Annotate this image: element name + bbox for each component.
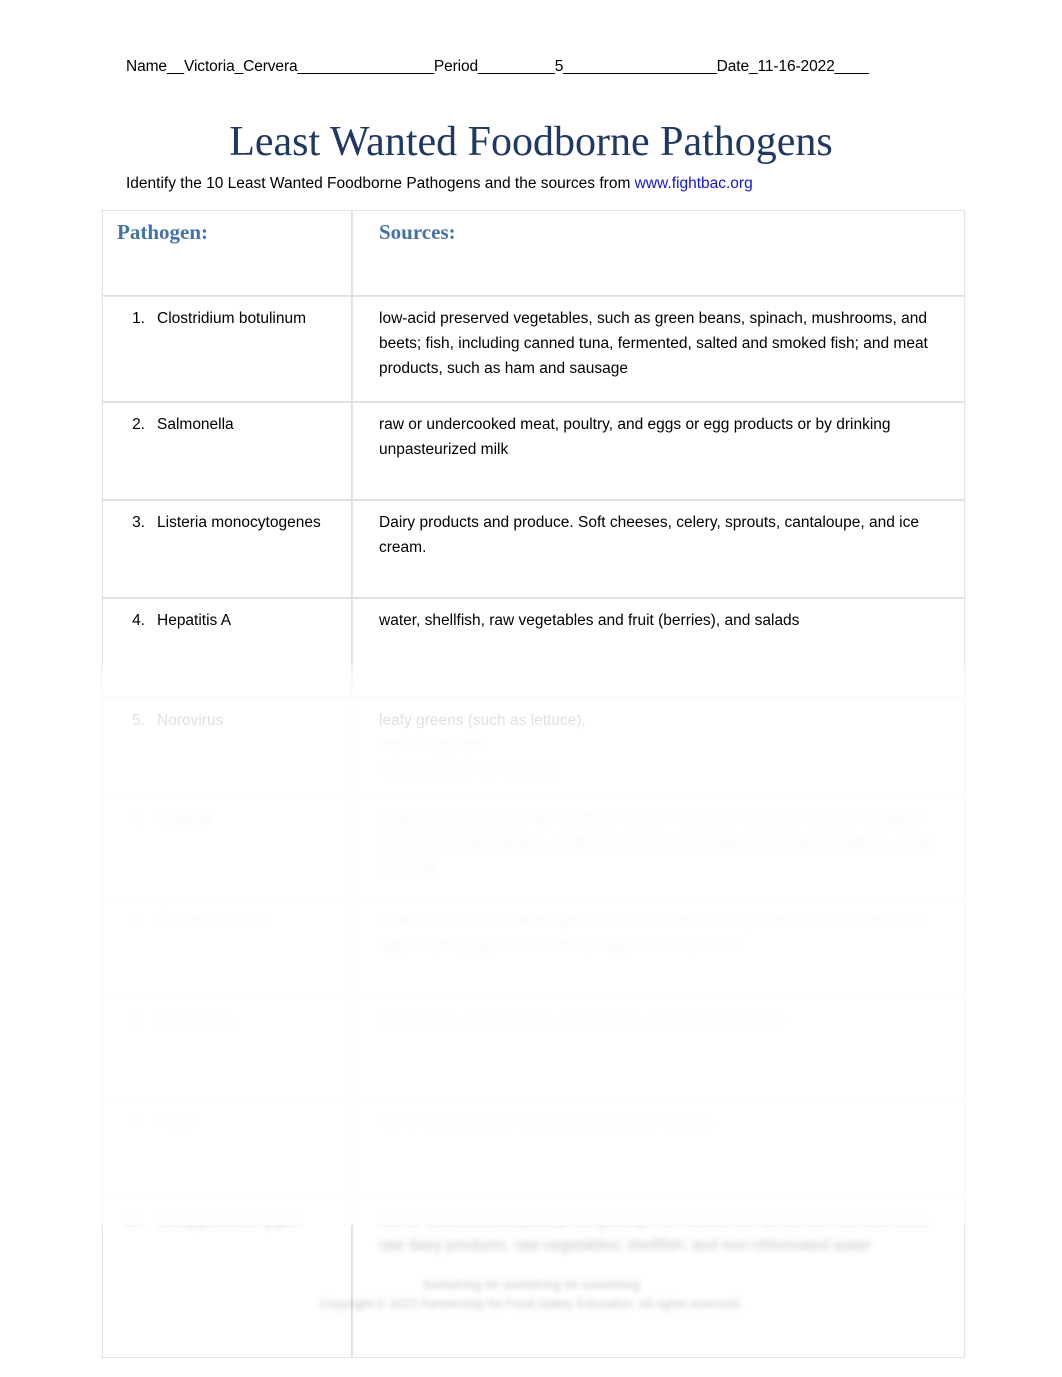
table-row: 7. Escherichia coli It takes a kind food… xyxy=(102,898,965,998)
pathogen-entry-7: 7. Escherichia coli xyxy=(117,908,341,933)
pathogen-name-4: Hepatitis A xyxy=(157,612,232,629)
row-number-8: 8. xyxy=(132,1012,145,1029)
sources-text-9: raw or undercooked seafood, particularly… xyxy=(379,1114,714,1131)
pathogen-entry-10: 10. Campylobacter jejuni xyxy=(117,1208,341,1233)
cell-sources-3: Dairy products and produce. Soft cheeses… xyxy=(352,500,965,598)
pathogen-name-5: Norovirus xyxy=(157,712,224,729)
cell-pathogen-4: 4. Hepatitis A xyxy=(102,598,352,698)
cell-pathogen-8: 8. Cyclospora xyxy=(102,998,352,1100)
cell-pathogen-9: 9. Vibrio xyxy=(102,1100,352,1198)
cell-sources-9: raw or undercooked seafood, particularly… xyxy=(352,1100,965,1198)
pathogen-entry-8: 8. Cyclospora xyxy=(117,1008,341,1033)
table-header-row: Pathogen: Sources: xyxy=(102,210,965,296)
pathogen-entry-4: 4. Hepatitis A xyxy=(117,608,341,633)
table-row: 5. Norovirus leafy greens (such as lettu… xyxy=(102,698,965,796)
column-header-sources: Sources: xyxy=(379,220,456,244)
header-cell-sources: Sources: xyxy=(352,210,965,296)
document-page: Name__Victoria_Cervera________________Pe… xyxy=(0,0,1062,1377)
footer-line-2: Copyright © 2022 Partnership for Food Sa… xyxy=(319,1297,743,1312)
cell-pathogen-6: 6. Shigella xyxy=(102,796,352,898)
fightbac-link[interactable]: www.fightbac.org xyxy=(635,175,753,192)
cell-sources-4: water, shellfish, raw vegetables and fru… xyxy=(352,598,965,698)
row-number-5: 5. xyxy=(132,712,145,729)
pathogen-name-6: Shigella xyxy=(157,810,213,827)
table-row: 1. Clostridium botulinum low-acid preser… xyxy=(102,296,965,402)
row-number-10: 10. xyxy=(123,1212,145,1229)
cell-pathogen-3: 3. Listeria monocytogenes xyxy=(102,500,352,598)
sources-text-5-obscured-line-2: shellfish (such as oysters) xyxy=(379,762,558,780)
cell-pathogen-1: 1. Clostridium botulinum xyxy=(102,296,352,402)
pathogen-name-8: Cyclospora xyxy=(157,1012,235,1029)
pathogen-name-3: Listeria monocytogenes xyxy=(157,514,321,531)
pathogen-entry-1: 1. Clostridium botulinum xyxy=(117,306,341,331)
sources-text-5: leafy greens (such as lettuce), xyxy=(379,712,586,729)
table-row: 8. Cyclospora raspberries, basil, cilant… xyxy=(102,998,965,1100)
cell-pathogen-2: 2. Salmonella xyxy=(102,402,352,500)
cell-sources-7: It takes a kind food/beverage, direct to… xyxy=(352,898,965,998)
pathogen-name-1: Clostridium botulinum xyxy=(157,310,307,327)
sources-text-1: low-acid preserved vegetables, such as g… xyxy=(379,310,928,378)
pathogen-name-2: Salmonella xyxy=(157,416,234,433)
cell-sources-8: raspberries, basil, cilantro, snow peas,… xyxy=(352,998,965,1100)
pathogen-table: Pathogen: Sources: 1. Clostridium botuli… xyxy=(102,210,965,1358)
header-cell-pathogen: Pathogen: xyxy=(102,210,352,296)
page-footer: Something for something for something Co… xyxy=(0,1276,1062,1315)
column-header-pathogen: Pathogen: xyxy=(117,220,208,244)
pathogen-name-9: Vibrio xyxy=(157,1114,197,1131)
cell-sources-2: raw or undercooked meat, poultry, and eg… xyxy=(352,402,965,500)
cell-sources-1: low-acid preserved vegetables, such as g… xyxy=(352,296,965,402)
footer-line-1: Something for something for something xyxy=(421,1278,641,1292)
row-number-3: 3. xyxy=(132,514,145,531)
row-number-9: 9. xyxy=(132,1114,145,1131)
row-number-1: 1. xyxy=(132,310,145,327)
cell-pathogen-5: 5. Norovirus xyxy=(102,698,352,796)
table-row: 9. Vibrio raw or undercooked seafood, pa… xyxy=(102,1100,965,1198)
sources-text-8: raspberries, basil, cilantro, snow peas,… xyxy=(379,1012,785,1029)
pathogen-name-7: Escherichia coli xyxy=(157,912,265,929)
sources-text-5-obscured-line-1: fresh fruits, and xyxy=(379,737,486,755)
pathogen-table-wrapper: Pathogen: Sources: 1. Clostridium botuli… xyxy=(102,210,965,1358)
table-row: 4. Hepatitis A water, shellfish, raw veg… xyxy=(102,598,965,698)
page-title: Least Wanted Foodborne Pathogens xyxy=(229,119,833,165)
row-number-2: 2. xyxy=(132,416,145,433)
sources-text-2: raw or undercooked meat, poultry, and eg… xyxy=(379,416,891,459)
pathogen-entry-5: 5. Norovirus xyxy=(117,708,341,733)
row-number-4: 4. xyxy=(132,612,145,629)
pathogen-entry-3: 3. Listeria monocytogenes xyxy=(117,510,341,535)
sources-text-3: Dairy products and produce. Soft cheeses… xyxy=(379,514,919,557)
pathogen-entry-9: 9. Vibrio xyxy=(117,1110,341,1135)
instructions-line: Identify the 10 Least Wanted Foodborne P… xyxy=(126,175,753,193)
cell-sources-6: undercooked shrimp, raw shellfish, celer… xyxy=(352,796,965,898)
sources-text-7: It takes a kind food/beverage, direct to… xyxy=(379,912,921,955)
pathogen-name-10: Campylobacter jejuni xyxy=(157,1212,302,1229)
student-info-line: Name__Victoria_Cervera________________Pe… xyxy=(126,58,869,75)
table-row: 2. Salmonella raw or undercooked meat, p… xyxy=(102,402,965,500)
sources-text-6: undercooked shrimp, raw shellfish, celer… xyxy=(379,810,935,878)
instructions-text: Identify the 10 Least Wanted Foodborne P… xyxy=(126,175,635,192)
sources-text-4: water, shellfish, raw vegetables and fru… xyxy=(379,612,800,629)
cell-pathogen-7: 7. Escherichia coli xyxy=(102,898,352,998)
row-number-6: 6. xyxy=(132,810,145,827)
row-number-7: 7. xyxy=(132,912,145,929)
pathogen-entry-6: 6. Shigella xyxy=(117,806,341,831)
sources-text-10: raw or undercooked poultry like poultry,… xyxy=(379,1212,931,1255)
table-row: 3. Listeria monocytogenes Dairy products… xyxy=(102,500,965,598)
table-row: 6. Shigella undercooked shrimp, raw shel… xyxy=(102,796,965,898)
pathogen-entry-2: 2. Salmonella xyxy=(117,412,341,437)
cell-sources-5: leafy greens (such as lettuce), fresh fr… xyxy=(352,698,965,796)
